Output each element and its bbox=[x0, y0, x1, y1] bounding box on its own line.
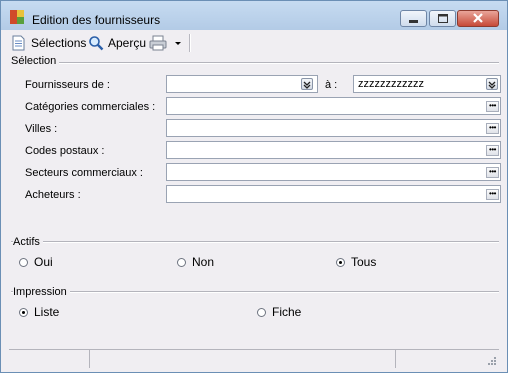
double-chevron-down-icon bbox=[303, 81, 311, 89]
fournisseurs-from-dropdown[interactable] bbox=[301, 78, 313, 90]
secteurs-field[interactable]: ••• bbox=[166, 163, 501, 181]
print-dropdown-button[interactable] bbox=[173, 32, 183, 54]
status-cell bbox=[89, 350, 396, 368]
actifs-non-label: Non bbox=[192, 255, 215, 269]
impression-liste-radio[interactable]: Liste bbox=[19, 305, 59, 319]
maximize-icon bbox=[438, 14, 448, 23]
actifs-group-label: Actifs bbox=[13, 236, 43, 248]
window-title: Edition des fournisseurs bbox=[32, 13, 161, 27]
acheteurs-label: Acheteurs : bbox=[25, 189, 81, 201]
codes-postaux-field[interactable]: ••• bbox=[166, 141, 501, 159]
villes-label: Villes : bbox=[25, 123, 58, 135]
ellipsis-icon: ••• bbox=[489, 145, 496, 154]
close-button[interactable] bbox=[457, 10, 499, 27]
ellipsis-icon: ••• bbox=[489, 123, 496, 132]
selections-label: Sélections bbox=[31, 36, 87, 50]
villes-field[interactable]: ••• bbox=[166, 119, 501, 137]
actifs-non-radio[interactable]: Non bbox=[177, 255, 214, 269]
double-chevron-down-icon bbox=[488, 81, 496, 89]
resize-grip-icon[interactable] bbox=[487, 356, 497, 366]
minimize-button[interactable] bbox=[400, 10, 427, 27]
actifs-tous-radio[interactable]: Tous bbox=[336, 255, 376, 269]
categories-label: Catégories commerciales : bbox=[25, 101, 156, 113]
impression-fiche-radio[interactable]: Fiche bbox=[257, 305, 301, 319]
title-bar[interactable]: Edition des fournisseurs bbox=[1, 1, 507, 30]
acheteurs-browse-button[interactable]: ••• bbox=[486, 189, 499, 200]
app-icon bbox=[10, 10, 24, 24]
fournisseurs-from-field[interactable] bbox=[166, 75, 318, 93]
apercu-button[interactable]: Aperçu bbox=[88, 32, 146, 54]
categories-field[interactable]: ••• bbox=[166, 97, 501, 115]
codes-postaux-browse-button[interactable]: ••• bbox=[486, 145, 499, 156]
acheteurs-field[interactable]: ••• bbox=[166, 185, 501, 203]
actifs-oui-label: Oui bbox=[34, 255, 53, 269]
printer-icon bbox=[149, 35, 167, 51]
close-icon bbox=[473, 13, 483, 23]
fournisseurs-to-field[interactable]: zzzzzzzzzzzz bbox=[353, 75, 501, 93]
actifs-group-line bbox=[11, 241, 499, 243]
impression-group-line bbox=[11, 291, 499, 293]
document-icon bbox=[12, 35, 25, 51]
impression-liste-label: Liste bbox=[34, 305, 60, 319]
codes-postaux-label: Codes postaux : bbox=[25, 145, 105, 157]
apercu-label: Aperçu bbox=[108, 36, 147, 50]
window: Edition des fournisseurs Sélections Aper… bbox=[0, 0, 508, 373]
ellipsis-icon: ••• bbox=[489, 189, 496, 198]
fournisseurs-to-dropdown[interactable] bbox=[486, 78, 498, 90]
maximize-button[interactable] bbox=[429, 10, 456, 27]
selections-button[interactable]: Sélections bbox=[12, 32, 86, 54]
status-bar bbox=[9, 349, 499, 368]
caret-down-icon bbox=[175, 42, 181, 45]
categories-browse-button[interactable]: ••• bbox=[486, 101, 499, 112]
a-label: à : bbox=[325, 79, 338, 91]
toolbar: Sélections Aperçu bbox=[9, 32, 499, 54]
status-cell bbox=[395, 350, 498, 368]
minimize-icon bbox=[409, 20, 418, 23]
fournisseurs-label: Fournisseurs de : bbox=[25, 79, 110, 91]
actifs-tous-label: Tous bbox=[351, 255, 377, 269]
status-cell bbox=[9, 350, 90, 368]
secteurs-browse-button[interactable]: ••• bbox=[486, 167, 499, 178]
actifs-oui-radio[interactable]: Oui bbox=[19, 255, 53, 269]
toolbar-separator bbox=[189, 34, 191, 52]
radio-indicator-selected bbox=[336, 257, 345, 267]
ellipsis-icon: ••• bbox=[489, 101, 496, 110]
secteurs-label: Secteurs commerciaux : bbox=[25, 167, 143, 179]
selection-group-label: Sélection bbox=[11, 55, 60, 67]
radio-indicator-selected bbox=[19, 307, 28, 317]
magnifier-icon bbox=[89, 36, 104, 51]
fournisseurs-to-value: zzzzzzzzzzzz bbox=[358, 78, 424, 90]
selection-group-line bbox=[11, 62, 499, 64]
impression-group-label: Impression bbox=[13, 286, 70, 298]
print-button[interactable] bbox=[149, 32, 167, 54]
villes-browse-button[interactable]: ••• bbox=[486, 123, 499, 134]
radio-indicator bbox=[19, 257, 28, 267]
radio-indicator bbox=[177, 257, 186, 267]
impression-fiche-label: Fiche bbox=[272, 305, 302, 319]
radio-indicator bbox=[257, 307, 266, 317]
ellipsis-icon: ••• bbox=[489, 167, 496, 176]
